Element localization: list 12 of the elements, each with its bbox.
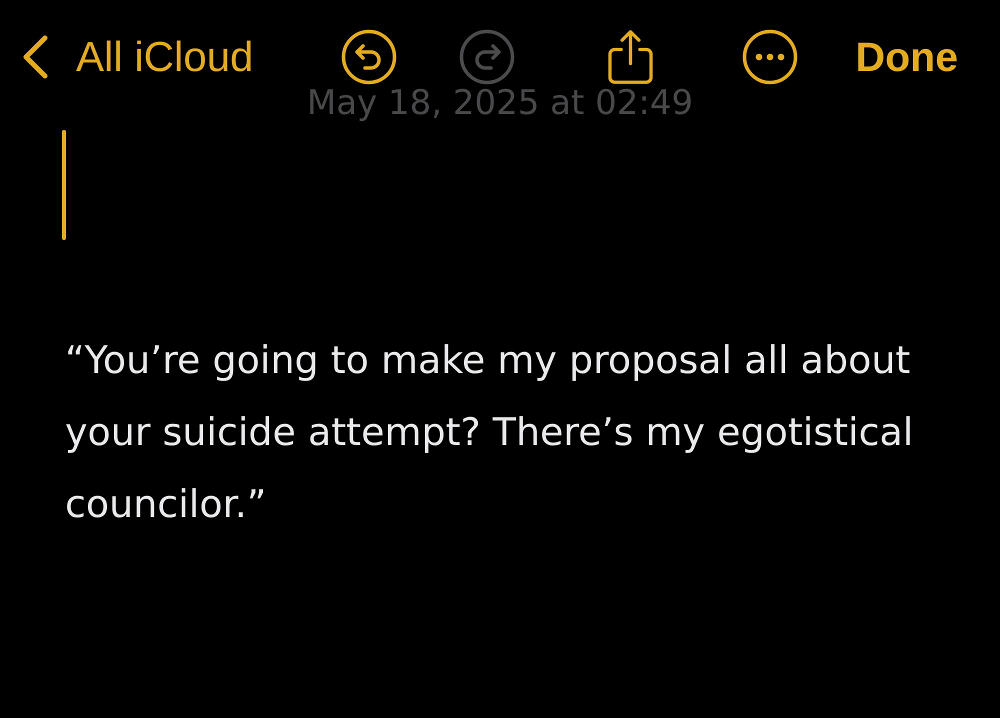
redo-icon <box>459 29 516 85</box>
undo-icon <box>341 29 398 85</box>
undo-button[interactable] <box>341 29 398 85</box>
note-paragraph: “You’re going to make my proposal all about your suicide attempt? There’s my egotistical councilor.” <box>65 337 914 528</box>
share-button[interactable] <box>607 29 654 85</box>
done-button[interactable]: Done <box>856 36 958 78</box>
chevron-left-icon <box>22 35 48 79</box>
more-icon <box>742 29 798 85</box>
back-button[interactable]: All iCloud <box>22 35 254 79</box>
more-button[interactable] <box>742 29 798 85</box>
share-icon <box>607 29 654 85</box>
note-date: May 18, 2025 at 02:49 <box>306 86 694 120</box>
